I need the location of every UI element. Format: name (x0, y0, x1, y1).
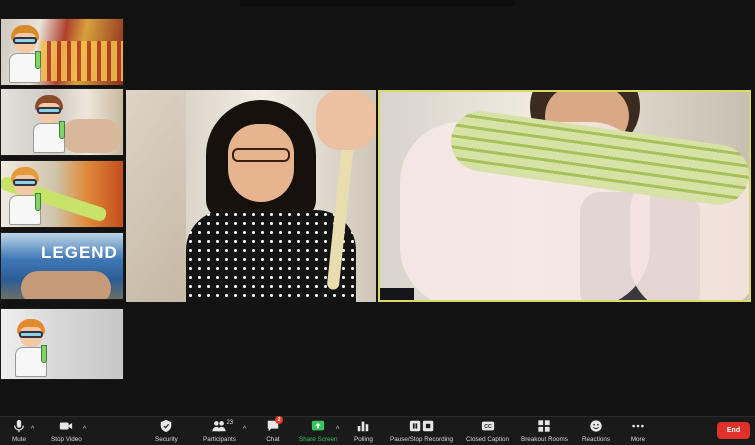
active-speaker-video-tile[interactable] (378, 90, 751, 302)
background-shelf (126, 90, 186, 302)
microphone-icon (11, 419, 27, 433)
video-options-caret[interactable]: ^ (83, 426, 86, 433)
participant-tile-5[interactable] (0, 308, 124, 380)
pause-stop-icon (408, 419, 436, 433)
participants-label: Participants (203, 436, 236, 443)
participants-count: 23 (226, 420, 234, 426)
top-strip (240, 0, 515, 6)
polling-label: Polling (354, 436, 373, 443)
stop-video-button[interactable]: Stop Video (51, 419, 82, 443)
participant-tile-1[interactable] (0, 18, 124, 86)
presenter-video-tile[interactable] (126, 90, 376, 302)
background-banner (41, 41, 123, 81)
participant-hands (61, 119, 121, 153)
scientist-avatar-icon (13, 319, 49, 377)
glasses (232, 148, 290, 162)
breakout-rooms-button[interactable]: Breakout Rooms (521, 419, 568, 443)
presenter-hand (316, 90, 376, 150)
share-options-caret[interactable]: ^ (336, 426, 339, 433)
ellipsis-icon (630, 419, 646, 433)
participant-hands (21, 271, 111, 299)
polling-button[interactable]: Polling (354, 419, 373, 443)
chat-label: Chat (266, 436, 280, 443)
meeting-toolbar: Mute ^ Stop Video ^ Security 23 Particip… (0, 416, 755, 445)
security-button[interactable]: Security (155, 419, 178, 443)
pause-stop-recording-button[interactable]: Pause/Stop Recording (390, 419, 453, 443)
scientist-avatar-icon (7, 167, 43, 225)
more-button[interactable]: More (630, 419, 646, 443)
pause-stop-recording-label: Pause/Stop Recording (390, 436, 454, 443)
bar-chart-icon (355, 419, 371, 433)
breakout-rooms-icon (536, 419, 552, 433)
shirt-text: LEGEND (41, 243, 118, 262)
participants-button[interactable]: 23 Participants (203, 419, 236, 443)
participant-tile-4[interactable]: LEGEND (0, 232, 124, 300)
chat-unread-badge: 2 (275, 416, 283, 424)
more-label: More (630, 436, 646, 443)
chat-bubble-icon: 2 (265, 416, 283, 433)
scientist-avatar-icon (31, 95, 67, 153)
participants-icon: 23 (211, 419, 233, 433)
reactions-button[interactable]: Reactions (582, 419, 610, 443)
share-screen-label: Share Screen (299, 436, 338, 443)
mute-button[interactable]: Mute (11, 419, 27, 443)
share-screen-icon (310, 419, 326, 433)
share-screen-button[interactable]: Share Screen (299, 419, 338, 443)
end-meeting-button[interactable]: End (717, 422, 750, 439)
participant-tile-3[interactable] (0, 160, 124, 228)
scientist-avatar-icon (7, 25, 43, 83)
participant-sidebar: LEGEND (0, 18, 124, 380)
closed-caption-icon: CC (480, 419, 496, 433)
name-label-strip (380, 288, 414, 300)
reactions-label: Reactions (582, 436, 611, 443)
svg-text:CC: CC (484, 424, 492, 430)
shield-icon (158, 419, 174, 433)
smiley-icon (588, 419, 604, 433)
closed-caption-button[interactable]: CC Closed Caption (466, 419, 509, 443)
breakout-rooms-label: Breakout Rooms (521, 436, 568, 443)
participant-tile-2[interactable] (0, 88, 124, 156)
stop-video-label: Stop Video (51, 436, 82, 443)
mute-options-caret[interactable]: ^ (31, 426, 34, 433)
video-camera-icon (58, 419, 74, 433)
chat-button[interactable]: 2 Chat (265, 416, 283, 443)
participants-options-caret[interactable]: ^ (243, 426, 246, 433)
zoom-meeting-window: LEGEND Mute ^ Stop Video ^ Security 23 P… (0, 0, 755, 445)
closed-caption-label: Closed Caption (466, 436, 510, 443)
security-label: Security (155, 436, 178, 443)
mute-label: Mute (12, 436, 26, 443)
